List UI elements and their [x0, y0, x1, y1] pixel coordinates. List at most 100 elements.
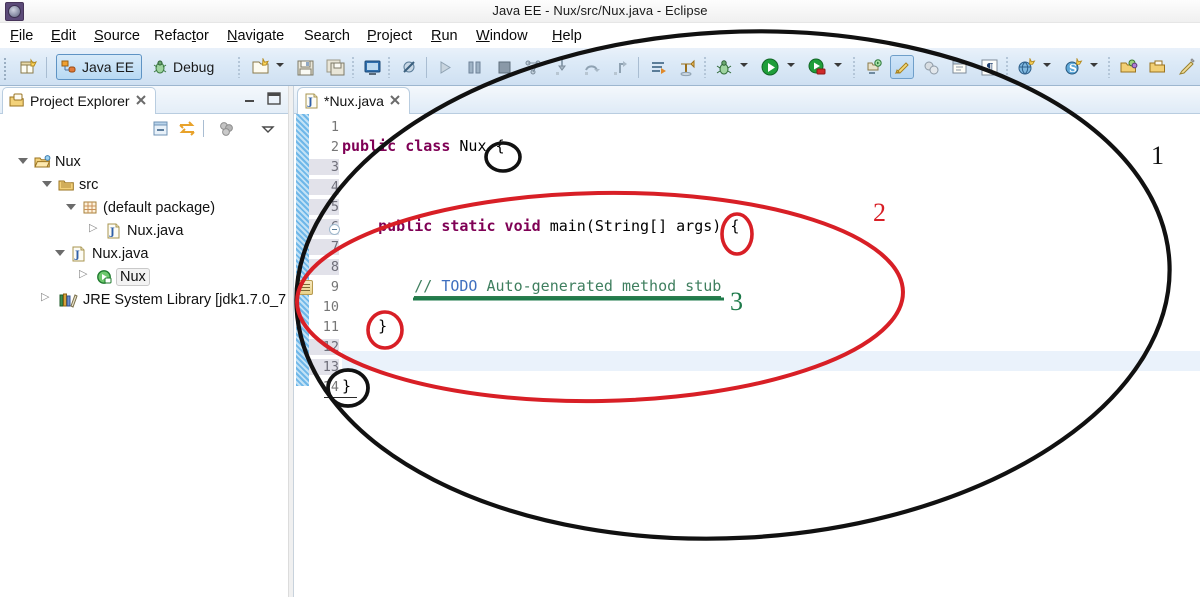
- browser-dropdown-icon[interactable]: [1043, 63, 1052, 70]
- open-type-icon[interactable]: [948, 55, 972, 79]
- skip-breakpoints-icon[interactable]: [397, 55, 421, 79]
- minimize-icon[interactable]: [243, 93, 257, 111]
- open-perspective-icon[interactable]: [16, 55, 40, 79]
- code-line-14: }: [342, 377, 351, 397]
- suspend-icon[interactable]: [462, 55, 486, 79]
- toolbar-grip[interactable]: [3, 56, 7, 80]
- close-icon[interactable]: [135, 93, 147, 109]
- editor-tab-row: J *Nux.java: [294, 86, 1200, 114]
- tree-item-default-package[interactable]: (default package): [66, 196, 215, 219]
- collapse-all-icon[interactable]: [150, 118, 172, 140]
- menu-search[interactable]: Search: [300, 26, 354, 46]
- disconnect-icon[interactable]: [521, 55, 545, 79]
- step-return-icon[interactable]: [608, 55, 632, 79]
- menu-window[interactable]: Window: [472, 26, 532, 46]
- link-editor-icon[interactable]: [919, 55, 943, 79]
- code-line-2: public class Nux {: [342, 137, 505, 157]
- print-icon[interactable]: [360, 55, 384, 79]
- run-icon[interactable]: [758, 55, 782, 79]
- line-number: 13: [309, 359, 339, 375]
- toolbar-separator: [704, 57, 706, 78]
- perspective-java-ee-label: Java EE: [82, 59, 135, 75]
- code-fold-marker[interactable]: [329, 224, 340, 235]
- debug-perspective-icon: [152, 59, 168, 75]
- chevron-down-icon[interactable]: [18, 156, 29, 167]
- editor-body[interactable]: 1 2 3 4 5 6 7 8 9 10 11 12 13 14: [294, 114, 1200, 597]
- line-number: 5: [309, 199, 339, 215]
- maximize-icon[interactable]: [267, 92, 281, 110]
- toolbar-separator: [203, 120, 204, 137]
- menu-project[interactable]: Project: [363, 26, 416, 46]
- link-with-editor-icon[interactable]: [176, 118, 198, 140]
- perspective-debug-label: Debug: [173, 59, 215, 75]
- menu-run[interactable]: Run: [427, 26, 462, 46]
- tree-item-label: Nux: [116, 267, 150, 286]
- focus-on-active-task-icon[interactable]: [216, 118, 238, 140]
- chevron-down-icon[interactable]: [55, 248, 66, 259]
- view-menu-icon[interactable]: [257, 118, 279, 140]
- tree-item-label: JRE System Library [jdk1.7.0_7: [83, 291, 287, 308]
- terminate-icon[interactable]: [492, 55, 516, 79]
- perspective-debug[interactable]: Debug: [148, 54, 221, 80]
- tab-project-explorer[interactable]: Project Explorer: [2, 87, 156, 114]
- tree-item-nux-java[interactable]: J Nux.java: [55, 242, 148, 265]
- menu-help[interactable]: Help: [548, 26, 586, 46]
- toggle-mark-occurrences-icon[interactable]: [890, 55, 914, 79]
- run-coverage-icon[interactable]: [805, 55, 829, 79]
- code-line-11: }: [342, 317, 387, 337]
- tree-item-src[interactable]: src: [42, 173, 98, 196]
- menu-source[interactable]: Source: [90, 26, 144, 46]
- resume-icon[interactable]: [433, 55, 457, 79]
- chevron-right-icon[interactable]: [89, 221, 101, 236]
- class-decl-rest: Nux {: [459, 137, 505, 155]
- show-whitespace-icon[interactable]: ¶: [977, 55, 1001, 79]
- chevron-right-icon[interactable]: [79, 267, 91, 282]
- save-all-icon[interactable]: [323, 55, 347, 79]
- code-text-area[interactable]: public class Nux { public static void ma…: [342, 114, 1200, 597]
- new-wizard-dropdown-icon[interactable]: [276, 63, 285, 70]
- step-over-icon[interactable]: [579, 55, 603, 79]
- run-coverage-dropdown-icon[interactable]: [834, 63, 843, 70]
- open-folder-icon[interactable]: [1145, 55, 1169, 79]
- debug-icon[interactable]: [712, 55, 736, 79]
- perspective-java-ee[interactable]: Java EE: [56, 54, 143, 80]
- java-class-icon: [96, 269, 112, 285]
- debug-dropdown-icon[interactable]: [740, 63, 749, 70]
- project-explorer-icon: [9, 93, 25, 109]
- code-line-9: // TODO Auto-generated method stub: [342, 277, 722, 298]
- tree-item-nux-class[interactable]: Nux: [79, 265, 150, 288]
- line-number-ruler[interactable]: 1 2 3 4 5 6 7 8 9 10 11 12 13 14: [298, 114, 357, 597]
- run-last-tool-icon[interactable]: [646, 55, 670, 79]
- chevron-right-icon[interactable]: [41, 290, 53, 305]
- new-java-package-icon[interactable]: [862, 55, 886, 79]
- search-dropdown-icon[interactable]: [1090, 63, 1099, 70]
- external-tools-icon[interactable]: [675, 55, 699, 79]
- keyword-class: class: [405, 137, 460, 155]
- close-icon[interactable]: [389, 93, 401, 109]
- menu-edit[interactable]: Edit: [47, 26, 80, 46]
- chevron-down-icon[interactable]: [66, 202, 77, 213]
- annotate-icon[interactable]: [1174, 55, 1198, 79]
- open-task-icon[interactable]: [1116, 55, 1140, 79]
- todo-task-marker-icon[interactable]: [298, 280, 313, 295]
- save-icon[interactable]: [293, 55, 317, 79]
- tree-item-jre-system-library[interactable]: JRE System Library [jdk1.7.0_7: [41, 288, 287, 311]
- tab-nux-java[interactable]: J *Nux.java: [297, 87, 410, 114]
- search-icon[interactable]: S: [1061, 55, 1085, 79]
- svg-text:J: J: [307, 97, 313, 108]
- menu-refactor[interactable]: Refactor: [150, 26, 213, 46]
- tree-item-nux-project[interactable]: Nux: [18, 150, 81, 173]
- open-web-browser-icon[interactable]: [1014, 55, 1038, 79]
- tree-item-nux-java-package[interactable]: J Nux.java: [89, 219, 183, 242]
- menu-navigate[interactable]: Navigate: [223, 26, 288, 46]
- toolbar-separator: [238, 57, 240, 78]
- new-wizard-icon[interactable]: [248, 55, 272, 79]
- menu-bar: File Edit Source Refactor Navigate Searc…: [0, 23, 1200, 48]
- chevron-down-icon[interactable]: [42, 179, 53, 190]
- menu-file[interactable]: File: [6, 26, 37, 46]
- run-dropdown-icon[interactable]: [787, 63, 796, 70]
- java-file-icon: J: [71, 246, 87, 262]
- todo-keyword: TODO: [441, 277, 478, 298]
- step-into-icon[interactable]: [550, 55, 574, 79]
